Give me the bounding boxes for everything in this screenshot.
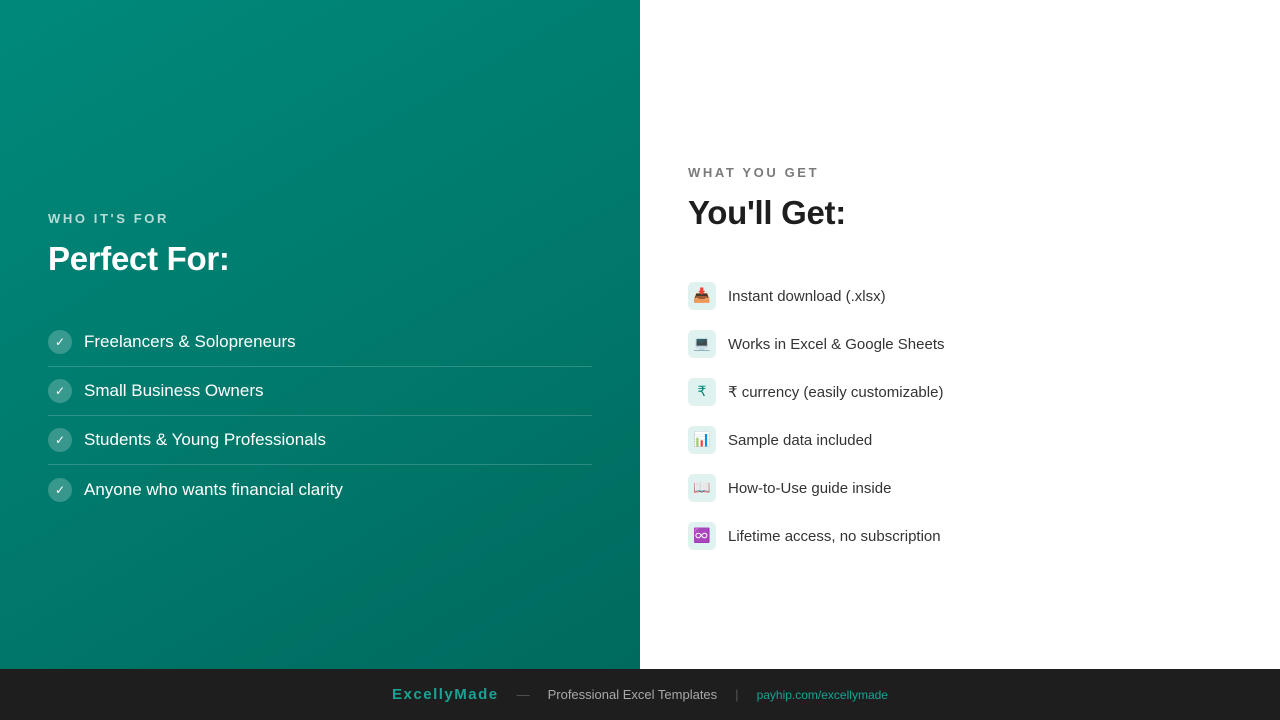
benefits-panel: WHAT YOU GET You'll Get: 📥 Instant downl… — [640, 0, 1280, 669]
benefit-item-label: Instant download (.xlsx) — [728, 287, 886, 305]
benefit-item-label: Lifetime access, no subscription — [728, 527, 941, 545]
benefit-item: ₹ ₹ currency (easily customizable) — [688, 368, 1248, 416]
audience-content: WHO IT'S FOR Perfect For: ✓ Freelancers … — [48, 211, 592, 514]
audience-item: ✓ Students & Young Professionals — [48, 416, 592, 465]
benefit-item-label: How-to-Use guide inside — [728, 479, 892, 497]
audience-item: ✓ Freelancers & Solopreneurs — [48, 318, 592, 367]
benefits-eyebrow: WHAT YOU GET — [688, 165, 820, 180]
benefit-item-label: ₹ currency (easily customizable) — [728, 384, 944, 401]
audience-item-label: Small Business Owners — [84, 381, 264, 400]
check-icon: ✓ — [48, 330, 72, 354]
brand-name: ExcellyMade — [392, 686, 499, 703]
footer-divider: | — [735, 687, 739, 702]
audience-title: Perfect For: — [48, 240, 230, 277]
benefits-content: WHAT YOU GET You'll Get: 📥 Instant downl… — [688, 165, 1248, 560]
check-icon: ✓ — [48, 379, 72, 403]
check-icon: ✓ — [48, 428, 72, 452]
audience-eyebrow: WHO IT'S FOR — [48, 211, 169, 226]
rupee-icon: ₹ — [688, 378, 716, 406]
footer-separator: — — [516, 687, 530, 702]
benefit-item-label: Works in Excel & Google Sheets — [728, 335, 945, 353]
audience-list: ✓ Freelancers & Solopreneurs ✓ Small Bus… — [48, 318, 592, 514]
laptop-icon: 💻 — [688, 330, 716, 358]
benefit-item: 📥 Instant download (.xlsx) — [688, 272, 1248, 320]
benefit-item: ♾️ Lifetime access, no subscription — [688, 512, 1248, 560]
inbox-tray-icon: 📥 — [688, 282, 716, 310]
check-icon: ✓ — [48, 477, 72, 502]
bar-chart-icon: 📊 — [688, 426, 716, 454]
benefits-list: 📥 Instant download (.xlsx) 💻 Works in Ex… — [688, 272, 1248, 560]
audience-panel: WHO IT'S FOR Perfect For: ✓ Freelancers … — [0, 0, 640, 669]
store-link[interactable]: payhip.com/excellymade — [757, 688, 888, 702]
footer-tagline: Professional Excel Templates — [547, 687, 718, 702]
footer: ExcellyMade — Professional Excel Templat… — [0, 669, 1280, 720]
audience-item-label: Students & Young Professionals — [84, 430, 326, 449]
audience-item: ✓ Small Business Owners — [48, 367, 592, 416]
audience-item: ✓ Anyone who wants financial clarity — [48, 465, 592, 514]
audience-item-label: Freelancers & Solopreneurs — [84, 332, 296, 351]
infinity-icon: ♾️ — [688, 522, 716, 550]
benefit-item: 💻 Works in Excel & Google Sheets — [688, 320, 1248, 368]
benefit-item: 📊 Sample data included — [688, 416, 1248, 464]
benefit-item-label: Sample data included — [728, 431, 873, 449]
benefit-item: 📖 How-to-Use guide inside — [688, 464, 1248, 512]
benefits-title: You'll Get: — [688, 194, 846, 231]
open-book-icon: 📖 — [688, 474, 716, 502]
audience-item-label: Anyone who wants financial clarity — [84, 479, 343, 499]
